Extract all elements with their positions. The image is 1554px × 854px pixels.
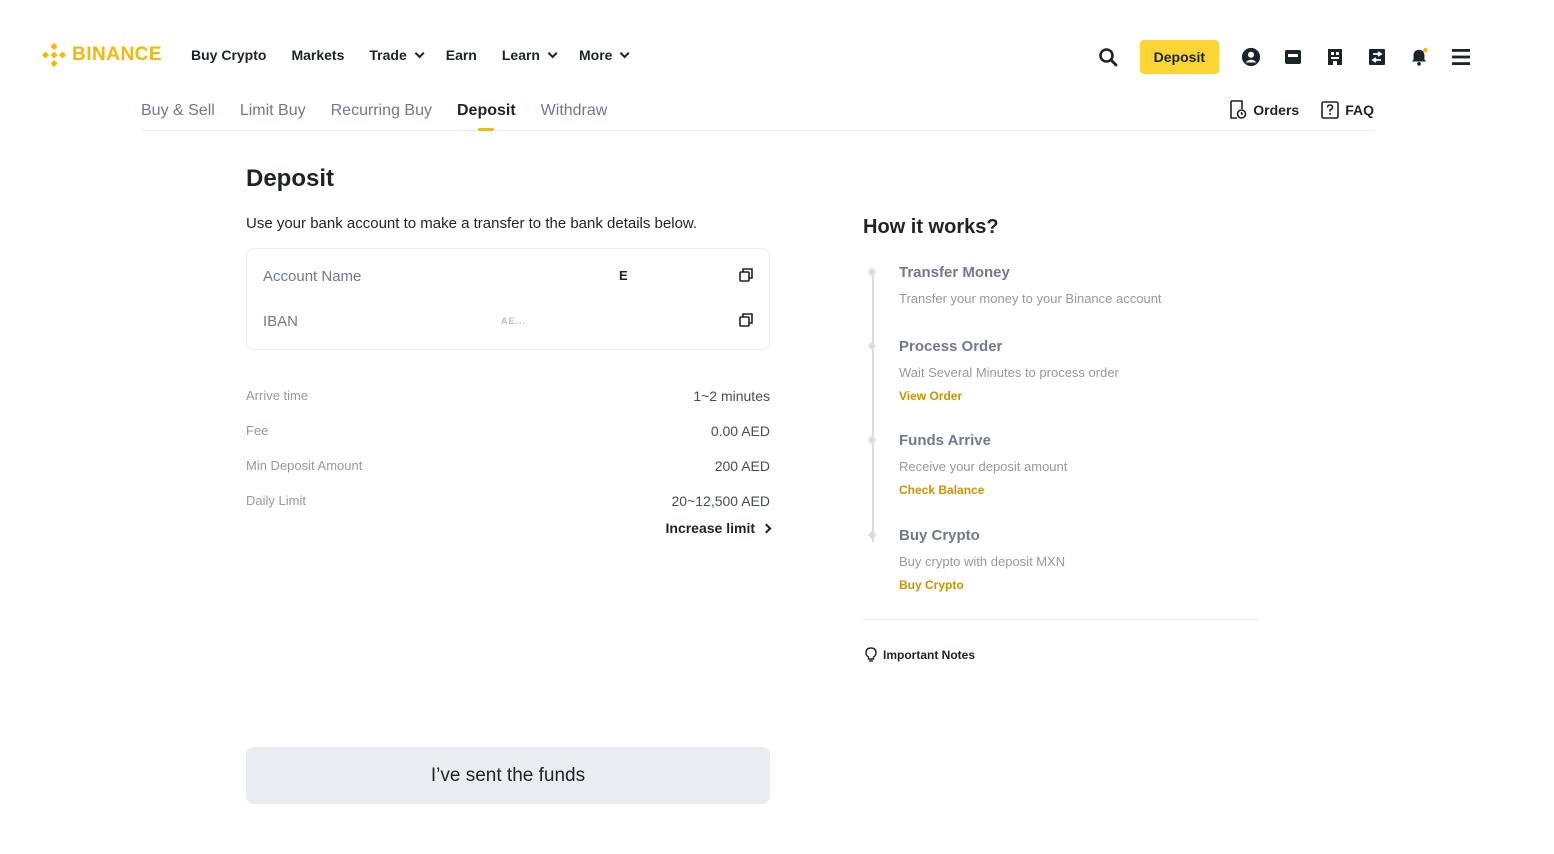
- increase-limit-link[interactable]: Increase limit: [665, 520, 772, 536]
- info-value: 0.00 AED: [710, 423, 770, 439]
- nav-label: Earn: [445, 47, 477, 63]
- check-balance-link[interactable]: Check Balance: [899, 483, 984, 497]
- step-title: Transfer Money: [899, 264, 1010, 281]
- account-name-label: Account Name: [263, 267, 362, 285]
- chevron-right-icon: [761, 523, 772, 533]
- page-title: Deposit: [246, 165, 335, 192]
- step-description: Transfer your money to your Binance acco…: [899, 291, 1162, 306]
- lightbulb-icon: [865, 647, 877, 662]
- account-name-row: Account Name E: [263, 265, 753, 287]
- info-row-min-deposit: Min Deposit Amount 200 AED: [246, 458, 770, 493]
- step-marker: [867, 530, 877, 540]
- how-it-works-title: How it works?: [863, 216, 999, 238]
- faq-label: FAQ: [1345, 102, 1374, 118]
- nav-label: Markets: [291, 47, 345, 63]
- transfer-icon[interactable]: [1367, 47, 1387, 67]
- info-label: Daily Limit: [246, 493, 306, 508]
- step-title: Process Order: [899, 338, 1003, 355]
- tab-recurring-buy[interactable]: Recurring Buy: [331, 102, 432, 130]
- buy-crypto-link[interactable]: Buy Crypto: [899, 578, 964, 592]
- nav-label: Buy Crypto: [191, 47, 267, 63]
- step-marker: [867, 341, 877, 351]
- top-navigation-bar: BINANCE Buy Crypto Markets Trade Earn Le…: [0, 0, 1554, 112]
- step-description: Wait Several Minutes to process order: [899, 365, 1119, 380]
- nav-buy-crypto[interactable]: Buy Crypto: [191, 47, 266, 63]
- nav-more[interactable]: More: [578, 47, 631, 63]
- notification-bell-icon[interactable]: [1409, 47, 1429, 67]
- tab-limit-buy[interactable]: Limit Buy: [240, 102, 306, 130]
- iban-label: IBAN: [263, 312, 299, 330]
- step-marker: [867, 435, 877, 445]
- tab-buy-sell[interactable]: Buy & Sell: [141, 102, 215, 130]
- nav-earn[interactable]: Earn: [446, 47, 477, 63]
- nav-markets[interactable]: Markets: [291, 47, 344, 63]
- account-name-value: E: [619, 268, 628, 283]
- tab-withdraw[interactable]: Withdraw: [541, 102, 608, 130]
- nav-learn[interactable]: Learn: [501, 47, 558, 63]
- increase-limit-label: Increase limit: [665, 520, 756, 536]
- info-label: Fee: [246, 423, 269, 438]
- orders-label: Orders: [1253, 102, 1300, 118]
- chevron-down-icon: [620, 47, 631, 58]
- main-nav: Buy Crypto Markets Trade Earn Learn More: [191, 47, 631, 63]
- sub-navigation: Buy & Sell Limit Buy Recurring Buy Depos…: [141, 100, 1374, 131]
- info-row-fee: Fee 0.00 AED: [246, 423, 770, 458]
- deposit-info-list: Arrive time 1~2 minutes Fee 0.00 AED Min…: [246, 388, 770, 528]
- step-description: Receive your deposit amount: [899, 459, 1068, 474]
- nav-trade[interactable]: Trade: [369, 47, 425, 63]
- account-icon[interactable]: [1241, 47, 1261, 67]
- sent-funds-button[interactable]: I’ve sent the funds: [246, 747, 770, 804]
- step-title: Buy Crypto: [899, 527, 980, 544]
- nav-label: More: [578, 47, 613, 63]
- step-title: Funds Arrive: [899, 432, 991, 449]
- subnav-links: Orders FAQ: [1229, 100, 1374, 120]
- orders-link[interactable]: Orders: [1229, 100, 1299, 120]
- header-deposit-button[interactable]: Deposit: [1139, 40, 1219, 74]
- orders-icon: [1230, 100, 1247, 119]
- iban-row: IBAN AE...: [263, 310, 753, 332]
- copy-icon[interactable]: [739, 268, 753, 287]
- step-process-order: Process Order Wait Several Minutes to pr…: [867, 338, 1119, 405]
- info-label: Arrive time: [246, 388, 309, 403]
- step-transfer-money: Transfer Money Transfer your money to yo…: [867, 264, 1162, 306]
- copy-icon[interactable]: [739, 313, 753, 332]
- section-divider: [863, 619, 1259, 620]
- deposit-instructions: Use your bank account to make a transfer…: [246, 215, 698, 232]
- info-label: Min Deposit Amount: [246, 458, 363, 473]
- step-funds-arrive: Funds Arrive Receive your deposit amount…: [867, 432, 1068, 499]
- binance-logo-icon: [42, 43, 66, 67]
- nav-label: Learn: [501, 47, 540, 63]
- bank-details-card: Account Name E IBAN AE...: [246, 248, 770, 350]
- menu-hamburger-icon[interactable]: [1451, 47, 1471, 67]
- important-notes-label: Important Notes: [883, 647, 976, 662]
- faq-link[interactable]: FAQ: [1321, 100, 1374, 120]
- view-order-link[interactable]: View Order: [899, 389, 962, 403]
- search-icon[interactable]: [1098, 47, 1118, 67]
- subnav-tabs: Buy & Sell Limit Buy Recurring Buy Depos…: [141, 102, 608, 131]
- chevron-down-icon: [547, 47, 558, 58]
- timeline-line: [872, 272, 874, 542]
- info-value: 200 AED: [714, 458, 770, 474]
- step-marker: [867, 267, 877, 277]
- nav-label: Trade: [369, 47, 407, 63]
- deposit-panel: Deposit Use your bank account to make a …: [246, 165, 772, 536]
- how-it-works-panel: How it works? Transfer Money Transfer yo…: [863, 216, 1259, 662]
- tab-deposit[interactable]: Deposit: [457, 102, 516, 131]
- download-app-icon[interactable]: [1325, 47, 1345, 67]
- brand-name: BINANCE: [72, 44, 163, 65]
- header-tools: Deposit: [1098, 40, 1471, 74]
- info-value: 1~2 minutes: [693, 388, 770, 404]
- wallet-icon[interactable]: [1283, 47, 1303, 67]
- step-buy-crypto: Buy Crypto Buy crypto with deposit MXN B…: [867, 527, 1066, 594]
- binance-logo[interactable]: BINANCE: [42, 43, 162, 67]
- important-notes-link[interactable]: Important Notes: [865, 647, 975, 662]
- chevron-down-icon: [414, 47, 425, 58]
- iban-value: AE...: [501, 316, 527, 326]
- info-row-arrive-time: Arrive time 1~2 minutes: [246, 388, 770, 423]
- faq-icon: [1321, 101, 1340, 119]
- step-description: Buy crypto with deposit MXN: [899, 554, 1066, 569]
